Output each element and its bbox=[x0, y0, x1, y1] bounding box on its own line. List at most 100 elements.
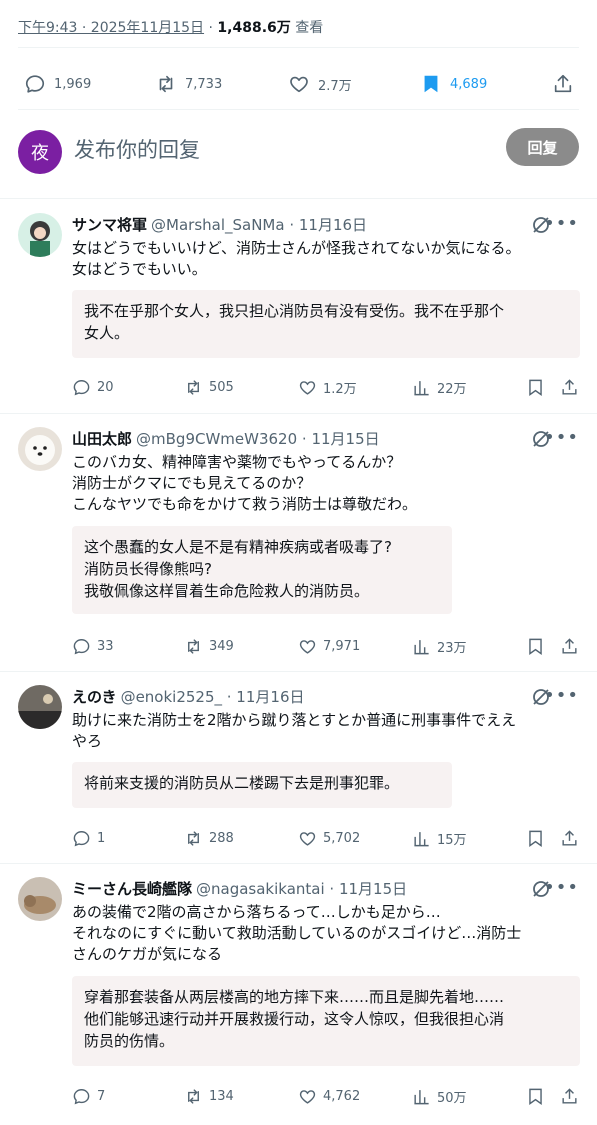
share-icon bbox=[562, 638, 577, 654]
like-count: 2.7万 bbox=[318, 78, 352, 94]
repost-icon bbox=[188, 639, 199, 654]
display-name[interactable]: 山田太郎 bbox=[72, 430, 132, 448]
heart-icon bbox=[299, 1090, 316, 1104]
share-icon bbox=[562, 379, 577, 395]
repost-count: 7,733 bbox=[185, 76, 223, 92]
reply-text: 女はどうでもいいけど、消防士さんが怪我されてないか気になる。 女はどうでもいい。 bbox=[72, 239, 521, 278]
avatar[interactable] bbox=[18, 685, 62, 729]
more-options-icon[interactable]: ••• bbox=[544, 213, 579, 234]
divider bbox=[18, 47, 579, 48]
views-button[interactable]: 22万 bbox=[412, 378, 467, 397]
like-button[interactable]: 5,702 bbox=[298, 829, 360, 848]
repost-button[interactable]: 505 bbox=[184, 378, 234, 397]
more-options-icon[interactable]: ••• bbox=[544, 427, 579, 448]
handle-and-date: @Marshal_SaNMa · 11月16日 bbox=[151, 216, 368, 234]
reply-button[interactable]: 33 bbox=[72, 637, 114, 656]
repost-button[interactable]: 134 bbox=[184, 1087, 234, 1106]
bookmark-filled-icon bbox=[424, 75, 438, 93]
bookmark-icon bbox=[529, 1088, 542, 1106]
translation-box: 我不在乎那个女人，我只担心消防员有没有受伤。我不在乎那个 女人。 bbox=[72, 290, 580, 358]
avatar[interactable] bbox=[18, 213, 62, 257]
display-name[interactable]: えのき bbox=[72, 688, 117, 706]
divider bbox=[0, 671, 597, 672]
reply-button[interactable]: 20 bbox=[72, 378, 114, 397]
reply-actions: 1 288 5,702 15万 bbox=[72, 829, 579, 853]
bookmark-button[interactable] bbox=[526, 829, 545, 848]
share-icon bbox=[562, 830, 577, 846]
share-button[interactable] bbox=[560, 1087, 579, 1106]
user-avatar[interactable]: 夜 bbox=[18, 130, 62, 174]
reply-count: 1,969 bbox=[54, 76, 92, 92]
analytics-icon bbox=[414, 1090, 429, 1105]
share-button[interactable] bbox=[560, 637, 579, 656]
reply-button[interactable]: 1,969 bbox=[24, 60, 91, 108]
meta-dot: · bbox=[208, 20, 213, 36]
divider bbox=[0, 413, 597, 414]
like-button[interactable]: 1.2万 bbox=[298, 378, 357, 397]
repost-icon bbox=[159, 75, 173, 93]
heart-icon bbox=[299, 640, 316, 654]
heart-icon bbox=[290, 76, 308, 93]
reply-actions: 7 134 4,762 50万 bbox=[72, 1087, 579, 1111]
analytics-icon bbox=[414, 832, 429, 847]
analytics-icon bbox=[414, 381, 429, 396]
like-button[interactable]: 4,762 bbox=[298, 1087, 360, 1106]
reply-icon bbox=[73, 380, 90, 396]
bookmark-icon bbox=[529, 379, 542, 397]
bookmark-count: 4,689 bbox=[450, 76, 488, 92]
reply-button[interactable]: 1 bbox=[72, 829, 105, 848]
repost-button[interactable]: 349 bbox=[184, 637, 234, 656]
bookmark-button[interactable] bbox=[526, 1087, 545, 1106]
bookmark-icon bbox=[529, 638, 542, 656]
repost-button[interactable]: 7,733 bbox=[155, 60, 222, 108]
avatar[interactable] bbox=[18, 877, 62, 921]
reply-header: えのき @enoki2525_ · 11月16日 bbox=[72, 686, 527, 707]
reply-tweet[interactable]: 山田太郎 @mBg9CWmeW3620 · 11月15日 ••• このバカ女、精神… bbox=[0, 415, 597, 671]
like-button[interactable]: 7,971 bbox=[298, 637, 360, 656]
display-name[interactable]: ミーさん長崎艦隊 bbox=[72, 880, 192, 898]
display-name[interactable]: サンマ将軍 bbox=[72, 216, 147, 234]
divider bbox=[0, 863, 597, 864]
share-icon bbox=[554, 74, 572, 93]
bookmark-icon bbox=[529, 830, 542, 848]
handle-and-date: @mBg9CWmeW3620 · 11月15日 bbox=[136, 430, 380, 448]
views-button[interactable]: 15万 bbox=[412, 829, 467, 848]
view-label: 查看 bbox=[295, 20, 324, 36]
reply-composer: 夜 发布你的回复 回复 bbox=[18, 118, 579, 182]
views-button[interactable]: 50万 bbox=[412, 1087, 467, 1106]
reply-icon bbox=[73, 831, 90, 847]
reply-tweet[interactable]: ミーさん長崎艦隊 @nagasakikantai · 11月15日 ••• あの装… bbox=[0, 865, 597, 1125]
reply-text: 助けに来た消防士を2階から蹴り落とすとか普通に刑事事件でええ やろ bbox=[72, 711, 517, 750]
views-button[interactable]: 23万 bbox=[412, 637, 467, 656]
analytics-icon bbox=[414, 640, 429, 655]
avatar[interactable] bbox=[18, 427, 62, 471]
like-button[interactable]: 2.7万 bbox=[288, 60, 352, 108]
reply-submit-button[interactable]: 回复 bbox=[506, 128, 579, 166]
bookmark-button[interactable] bbox=[526, 378, 545, 397]
bookmark-button[interactable] bbox=[526, 637, 545, 656]
reply-header: ミーさん長崎艦隊 @nagasakikantai · 11月15日 bbox=[72, 878, 527, 899]
share-button[interactable] bbox=[560, 378, 579, 397]
bookmark-button[interactable]: 4,689 bbox=[420, 60, 487, 108]
share-button[interactable] bbox=[552, 60, 574, 108]
translation-box: 这个愚蠢的女人是不是有精神疾病或者吸毒了? 消防员长得像熊吗? 我敬佩像这样冒着… bbox=[72, 526, 452, 614]
reply-actions: 33 349 7,971 23万 bbox=[72, 637, 579, 661]
reply-icon bbox=[25, 75, 45, 93]
share-button[interactable] bbox=[560, 829, 579, 848]
reply-icon bbox=[73, 1089, 90, 1105]
divider bbox=[0, 198, 597, 199]
reply-input[interactable]: 发布你的回复 bbox=[74, 134, 200, 164]
reply-tweet[interactable]: サンマ将軍 @Marshal_SaNMa · 11月16日 ••• 女はどうでもい… bbox=[0, 201, 597, 413]
repost-icon bbox=[188, 831, 199, 846]
more-options-icon[interactable]: ••• bbox=[544, 877, 579, 898]
more-options-icon[interactable]: ••• bbox=[544, 685, 579, 706]
repost-button[interactable]: 288 bbox=[184, 829, 234, 848]
share-icon bbox=[562, 1088, 577, 1104]
reply-button[interactable]: 7 bbox=[72, 1087, 105, 1106]
tweet-meta: 下午9:43 · 2025年11月15日 · 1,488.6万 查看 bbox=[18, 17, 323, 37]
reply-header: サンマ将軍 @Marshal_SaNMa · 11月16日 bbox=[72, 214, 527, 235]
reply-tweet[interactable]: えのき @enoki2525_ · 11月16日 ••• 助けに来た消防士を2階か… bbox=[0, 673, 597, 863]
repost-icon bbox=[188, 380, 199, 395]
heart-icon bbox=[299, 381, 316, 395]
tweet-timestamp[interactable]: 下午9:43 · 2025年11月15日 bbox=[18, 20, 204, 36]
